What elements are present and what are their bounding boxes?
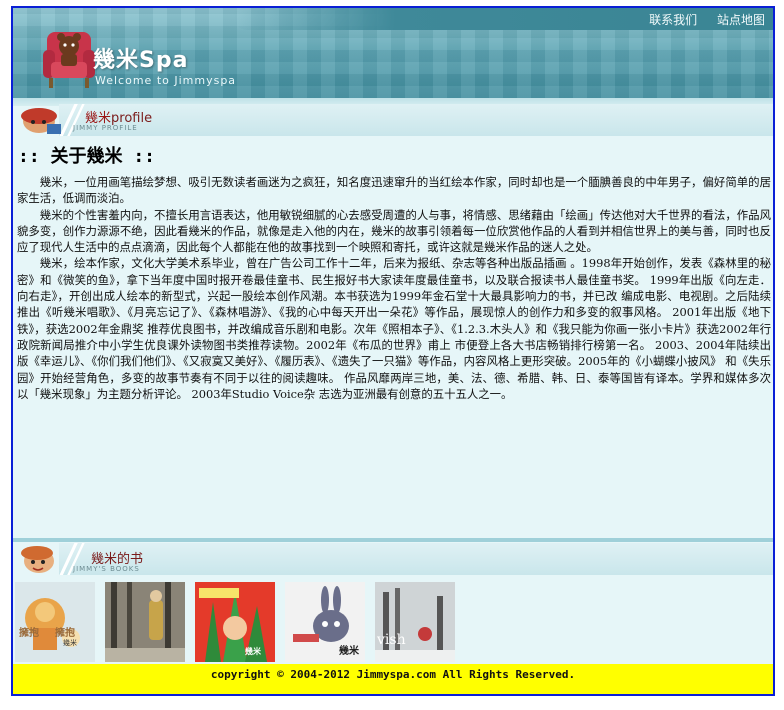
book-cover-1-title-2: 擁抱 <box>55 628 75 639</box>
top-links: 联系我们 站点地图 <box>633 11 765 28</box>
site-map-link[interactable]: 站点地图 <box>717 13 765 27</box>
book-cover-3-art <box>195 582 275 662</box>
contact-us-link[interactable]: 联系我们 <box>649 13 697 27</box>
section-divider <box>13 538 773 542</box>
book-cover-2-art <box>105 582 185 662</box>
book-cover-3[interactable]: 幾米 <box>195 582 275 662</box>
footer-copyright: copyright © 2004-2012 Jimmyspa.com All R… <box>13 664 773 694</box>
book-cover-1-title: 擁抱 <box>19 628 39 639</box>
profile-section-subtitle: JIMMY PROFILE <box>73 124 138 132</box>
book-cover-5-title: vish <box>377 632 406 648</box>
top-link-bar: 联系我们 站点地图 <box>233 8 773 30</box>
bio-paragraph: 幾米，绘本作家，文化大学美术系毕业，曾在广告公司工作十二年，后来为报纸、杂志等各… <box>17 256 771 401</box>
books-section-subtitle: JIMMY'S BOOKS <box>73 565 140 573</box>
page-frame: 联系我们 站点地图 幾米Spa Welcome to Jimmyspa 幾米pr… <box>11 6 775 696</box>
book-cover-4-author: 幾米 <box>339 646 359 657</box>
book-cover-4[interactable]: 幾米 <box>285 582 365 662</box>
book-cover-2[interactable] <box>105 582 185 662</box>
book-cover-5[interactable]: vish <box>375 582 455 662</box>
profile-character-icon <box>21 108 61 134</box>
books-character-icon <box>21 546 54 573</box>
bio-paragraph: 幾米，一位用画笔描绘梦想、吸引无数读者画迷为之疯狂，知名度迅速窜升的当红绘本作家… <box>17 175 771 206</box>
book-cover-1-art <box>15 582 95 662</box>
site-title: 幾米Spa <box>93 48 189 73</box>
book-cover-row: 擁抱 擁抱 幾米 幾米 幾米 vish <box>15 582 455 664</box>
biography-text: 幾米，一位用画笔描绘梦想、吸引无数读者画迷为之疯狂，知名度迅速窜升的当红绘本作家… <box>17 174 771 402</box>
site-header: 联系我们 站点地图 幾米Spa Welcome to Jimmyspa <box>13 8 773 98</box>
logo-sofa-bear-icon <box>43 32 95 88</box>
book-cover-1-author: 幾米 <box>63 639 77 647</box>
bio-paragraph: 幾米的个性害羞内向，不擅长用言语表达，他用敏锐细腻的心去感受周遭的人与事，将情感… <box>17 207 771 255</box>
books-section-header: 幾米的书 JIMMY'S BOOKS <box>13 543 773 575</box>
book-cover-5-art <box>375 582 455 662</box>
about-heading: :: 关于幾米 :: <box>18 146 156 167</box>
book-cover-1[interactable]: 擁抱 擁抱 幾米 <box>15 582 95 662</box>
site-subtitle: Welcome to Jimmyspa <box>95 74 237 87</box>
book-cover-3-author: 幾米 <box>245 647 261 656</box>
profile-section-header: 幾米profile JIMMY PROFILE <box>13 104 773 136</box>
